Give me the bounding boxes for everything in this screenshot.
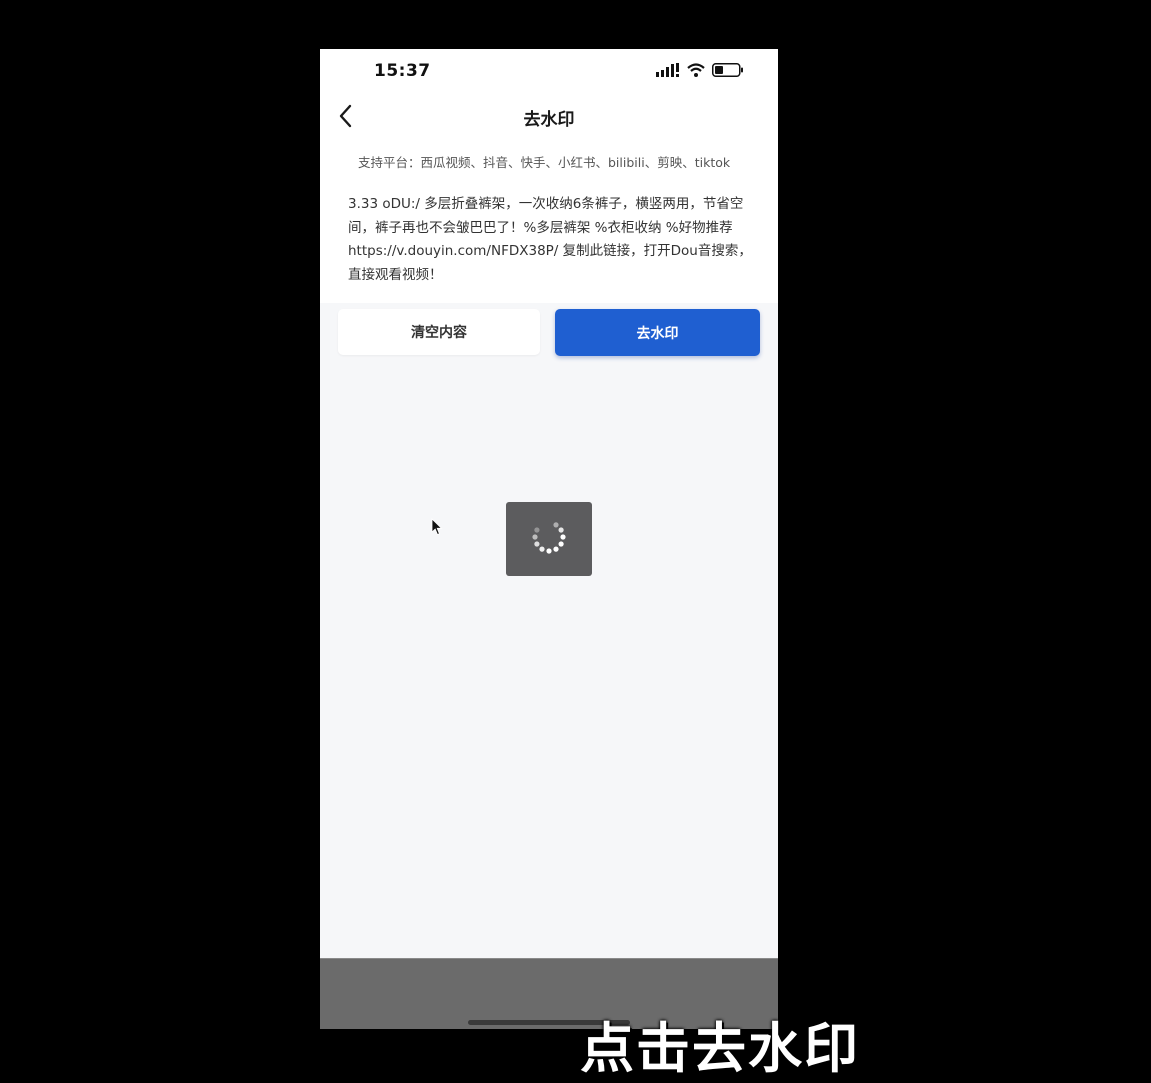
video-caption: 点击去水印 [580,1017,860,1080]
signal-icon [656,62,680,81]
loading-indicator [506,502,592,576]
page-title: 去水印 [523,110,575,130]
mouse-cursor-icon [431,518,443,536]
phone-screen: 15:37 去水印 支持平台：西瓜视频、抖音、快手、小红书、bilibili、剪… [320,49,778,1029]
status-bar: 15:37 [320,49,778,93]
nav-bar: 去水印 [320,93,778,143]
clear-content-button[interactable]: 清空内容 [338,309,540,355]
spinner-icon [529,517,569,561]
divider [320,958,778,959]
link-input[interactable]: 3.33 oDU:/ 多层折叠裤架，一次收纳6条裤子，横竖两用，节省空间，裤子再… [342,189,758,293]
battery-icon [712,62,744,81]
status-icons [656,62,744,81]
supported-platforms-text: 支持平台：西瓜视频、抖音、快手、小红书、bilibili、剪映、tiktok [358,155,731,170]
status-time: 15:37 [374,61,431,81]
wifi-icon [687,62,705,81]
remove-watermark-button[interactable]: 去水印 [555,309,760,356]
result-area [320,303,778,958]
